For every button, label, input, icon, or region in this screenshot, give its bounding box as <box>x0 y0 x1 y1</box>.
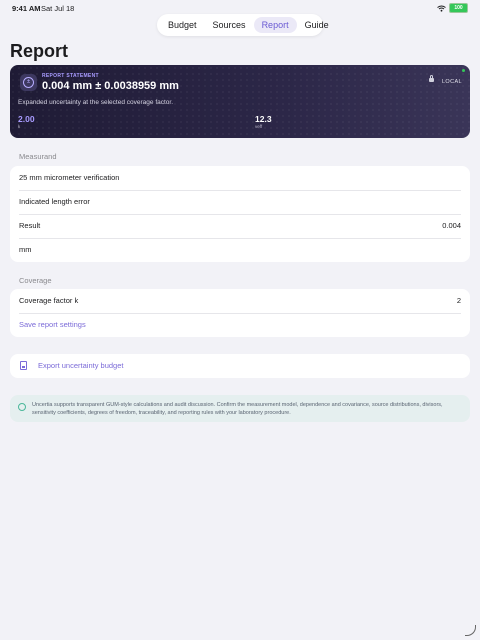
quantity-name: Indicated length error <box>19 197 90 206</box>
result-value: 0.004 <box>442 221 461 230</box>
status-icons: 100 <box>437 3 468 13</box>
coverage-factor-row[interactable]: Coverage factor k 2 <box>10 289 470 313</box>
report-statement-card: ± REPORT STATEMENT 0.004 mm ± 0.0038959 … <box>10 65 470 138</box>
tab-sources[interactable]: Sources <box>205 17 254 33</box>
wifi-icon <box>437 5 446 12</box>
coverage-factor-value: 2 <box>456 296 461 305</box>
effective-dof-label: veff <box>255 124 263 129</box>
info-text: Uncertia supports transparent GUM-style … <box>32 402 443 416</box>
result-row[interactable]: Result 0.004 <box>10 214 470 238</box>
battery-icon: 100 <box>449 3 468 13</box>
measurand-header: Measurand <box>19 152 57 161</box>
coverage-header: Coverage <box>19 276 52 285</box>
unit-field[interactable]: mm <box>10 238 470 262</box>
tab-budget[interactable]: Budget <box>160 17 205 33</box>
measurand-name: 25 mm micrometer verification <box>19 173 120 182</box>
measurand-card: 25 mm micrometer verification Indicated … <box>10 166 470 262</box>
uncertainty-icon: ± <box>20 74 37 91</box>
status-time: 9:41 AM <box>12 4 41 13</box>
coverage-card: Coverage factor k 2 Save report settings <box>10 289 470 337</box>
local-badge: LOCAL <box>441 79 462 85</box>
statement-label: REPORT STATEMENT <box>42 73 99 79</box>
unit-value: mm <box>19 245 32 254</box>
info-note: Uncertia supports transparent GUM-style … <box>10 395 470 422</box>
export-budget-label: Export uncertainty budget <box>38 361 124 370</box>
statement-description: Expanded uncertainty at the selected cov… <box>18 99 174 106</box>
csv-document-icon <box>20 361 27 370</box>
result-label: Result <box>19 221 41 230</box>
tab-report[interactable]: Report <box>253 17 297 33</box>
effective-dof-value: 12.3 <box>255 114 272 124</box>
lock-icon <box>429 75 434 82</box>
badge-icon <box>18 403 26 411</box>
coverage-factor-label: k <box>18 124 21 129</box>
resize-handle[interactable] <box>465 625 476 636</box>
quantity-field[interactable]: Indicated length error <box>10 190 470 214</box>
tab-bar: Budget Sources Report Guide <box>157 14 329 36</box>
status-dot <box>462 69 465 72</box>
status-date: Sat Jul 18 <box>41 4 75 13</box>
coverage-factor-label: Coverage factor k <box>19 296 79 305</box>
save-report-settings-button[interactable]: Save report settings <box>10 313 470 337</box>
save-report-settings-label: Save report settings <box>19 320 86 329</box>
page-title: Report <box>10 41 68 61</box>
coverage-factor-value: 2.00 <box>18 114 35 124</box>
statement-value: 0.004 mm ± 0.0038959 mm <box>42 80 179 92</box>
export-budget-button[interactable]: Export uncertainty budget <box>10 354 470 378</box>
measurand-name-field[interactable]: 25 mm micrometer verification <box>10 166 470 190</box>
tab-guide[interactable]: Guide <box>297 17 337 33</box>
